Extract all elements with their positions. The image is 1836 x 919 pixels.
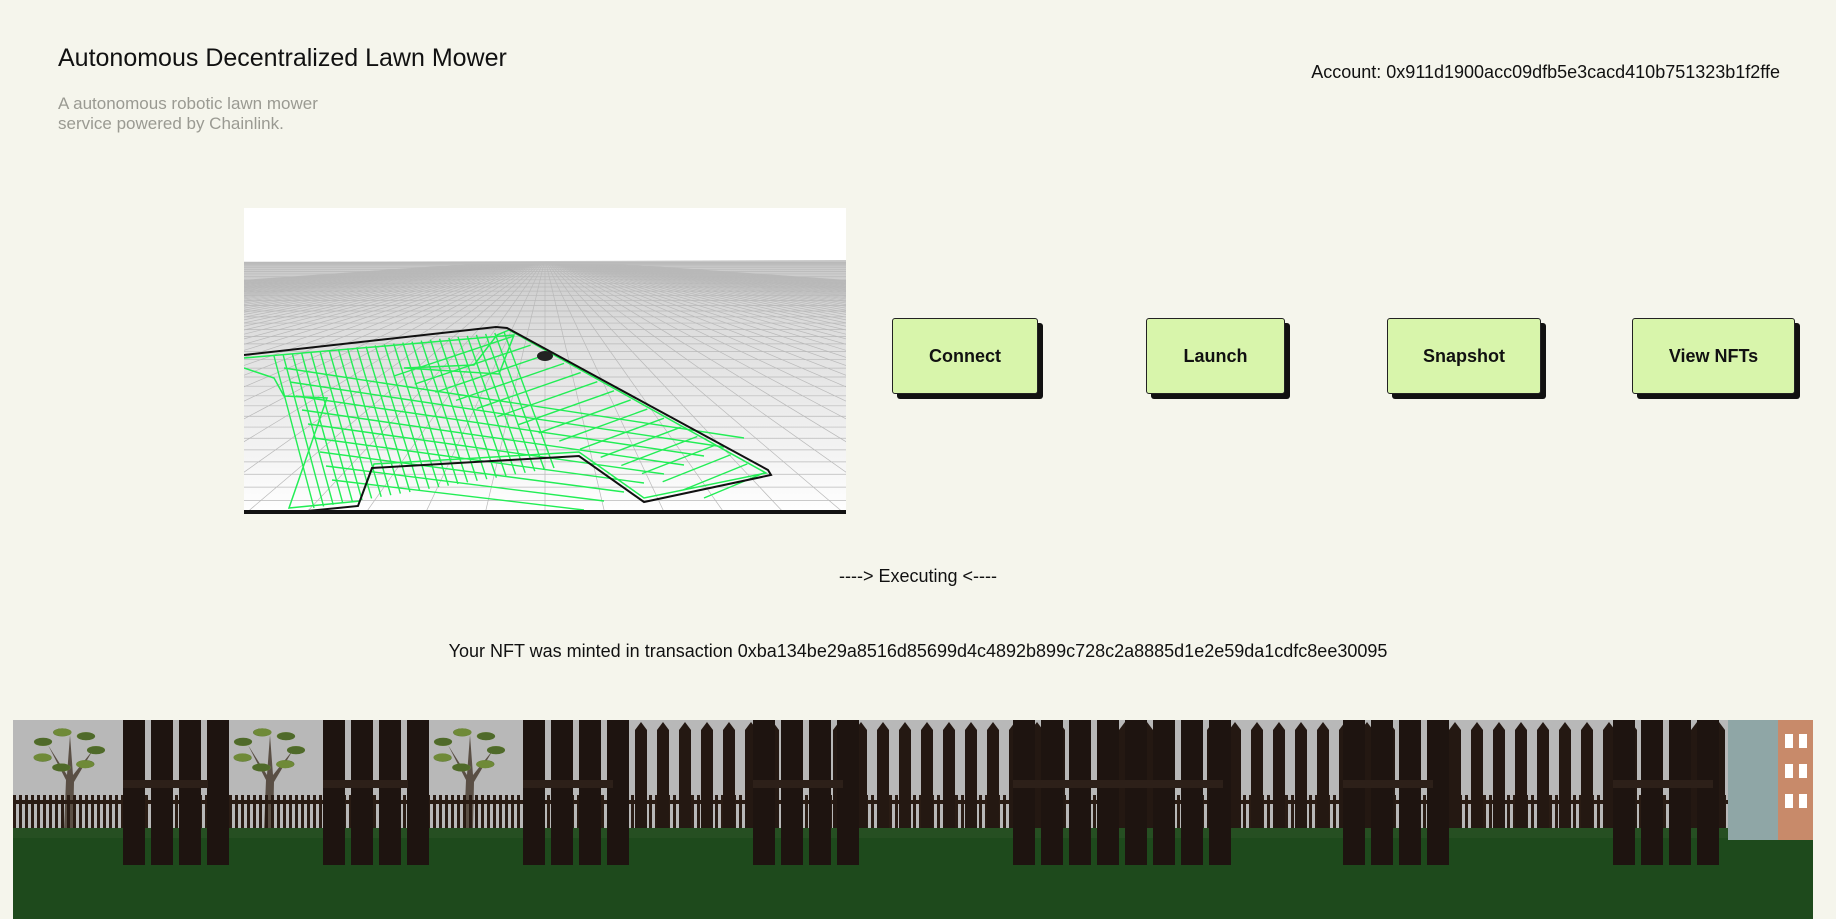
grass-ground <box>13 828 1813 919</box>
backyard-render <box>13 720 1813 919</box>
account-address: Account: 0x911d1900acc09dfb5e3cacd410b75… <box>1311 62 1780 82</box>
launch-button[interactable]: Launch <box>1146 318 1285 394</box>
mint-transaction-message: Your NFT was minted in transaction 0xba1… <box>448 641 1388 661</box>
backyard-scene[interactable] <box>13 720 1813 919</box>
page-subtitle: A autonomous robotic lawn mower service … <box>58 94 318 133</box>
neighbor-house <box>1728 720 1813 840</box>
view-nfts-button[interactable]: View NFTs <box>1632 318 1795 394</box>
snapshot-button[interactable]: Snapshot <box>1387 318 1541 394</box>
mower-robot <box>537 351 553 361</box>
mower-path-scene <box>244 208 846 514</box>
page-title: Autonomous Decentralized Lawn Mower <box>58 44 507 72</box>
execution-status: ----> Executing <---- <box>838 566 998 586</box>
mower-path-viewport[interactable] <box>244 208 846 514</box>
connect-button[interactable]: Connect <box>892 318 1038 394</box>
